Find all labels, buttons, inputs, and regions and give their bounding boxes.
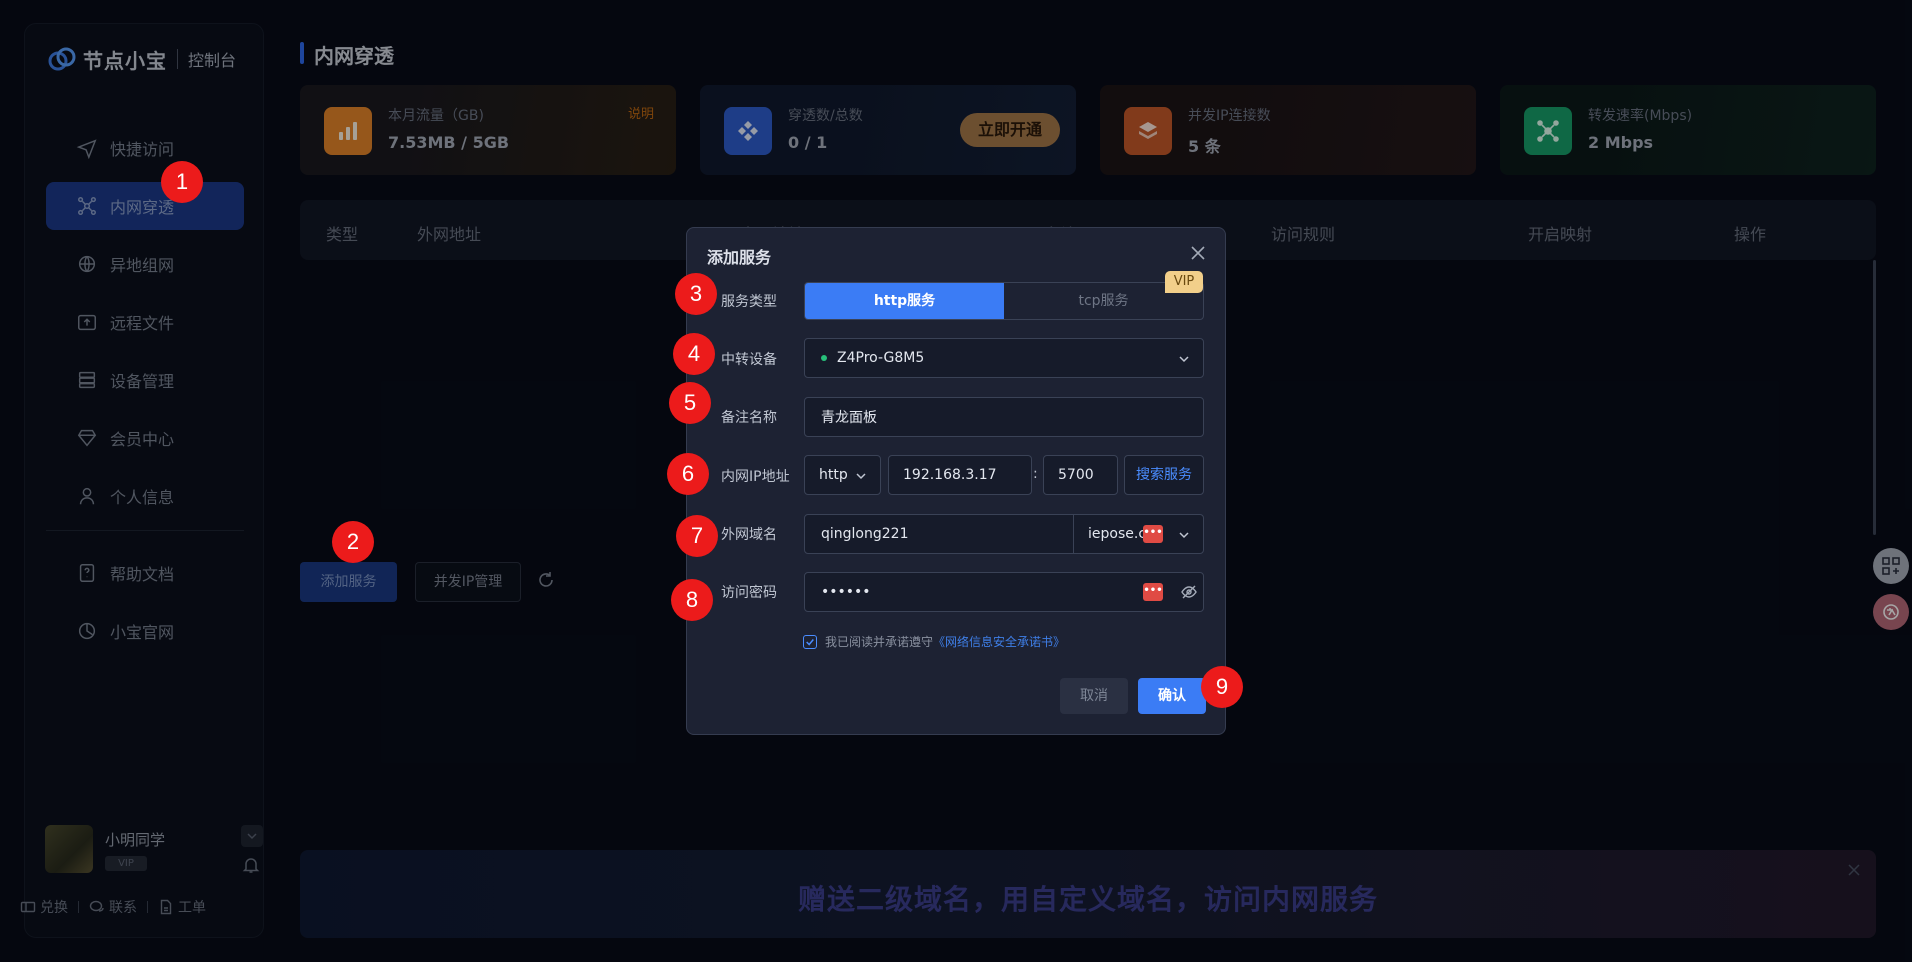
cancel-button[interactable]: 取消 xyxy=(1060,678,1128,714)
domain-prefix-input[interactable]: qinglong221 xyxy=(804,514,1074,554)
agreement-row: 我已阅读并承诺遵守 《网络信息安全承诺书》 xyxy=(803,633,1065,650)
password-manager-icon[interactable]: ••• xyxy=(1143,525,1163,543)
ip-address-input[interactable]: 192.168.3.17 xyxy=(888,455,1032,495)
protocol-select[interactable]: http xyxy=(804,455,881,495)
password-manager-icon[interactable]: ••• xyxy=(1143,583,1163,601)
domain-label: 外网域名 xyxy=(721,527,777,543)
step-marker: 3 xyxy=(675,273,717,315)
step-marker: 1 xyxy=(161,161,203,203)
domain-suffix-value: iepose.c xyxy=(1088,526,1147,542)
vip-tag: VIP xyxy=(1165,271,1203,293)
chevron-down-icon xyxy=(1179,356,1189,363)
service-type-toggle: http服务 tcp服务 xyxy=(804,282,1204,320)
relay-device-value: Z4Pro-G8M5 xyxy=(837,350,925,366)
protocol-value: http xyxy=(819,467,848,483)
service-type-label: 服务类型 xyxy=(721,294,777,310)
add-service-dialog: 添加服务 服务类型 http服务 tcp服务 VIP 中转设备 Z4Pro-G8… xyxy=(686,227,1226,735)
step-marker: 5 xyxy=(669,382,711,424)
step-marker: 2 xyxy=(332,521,374,563)
confirm-button[interactable]: 确认 xyxy=(1138,678,1206,714)
agreement-text: 我已阅读并承诺遵守 xyxy=(825,635,934,649)
agreement-checkbox[interactable] xyxy=(803,634,817,649)
relay-device-label: 中转设备 xyxy=(721,352,777,368)
password-label: 访问密码 xyxy=(721,585,777,601)
step-marker: 4 xyxy=(673,333,715,375)
eye-off-icon[interactable] xyxy=(1180,583,1198,601)
domain-prefix-value: qinglong221 xyxy=(821,526,909,542)
check-icon xyxy=(806,638,814,646)
remark-label: 备注名称 xyxy=(721,410,777,426)
port-input[interactable]: 5700 xyxy=(1043,455,1118,495)
remark-input[interactable]: 青龙面板 xyxy=(804,397,1204,437)
port-separator: : xyxy=(1033,466,1038,482)
step-marker: 9 xyxy=(1201,666,1243,708)
port-value: 5700 xyxy=(1058,467,1094,483)
domain-suffix-select[interactable]: iepose.c xyxy=(1073,514,1204,554)
remark-value: 青龙面板 xyxy=(821,410,877,426)
step-marker: 8 xyxy=(671,579,713,621)
chevron-down-icon xyxy=(856,473,866,480)
relay-device-select[interactable]: Z4Pro-G8M5 xyxy=(804,338,1204,378)
online-status-dot xyxy=(821,355,827,361)
step-marker: 7 xyxy=(676,515,718,557)
password-value: •••••• xyxy=(821,584,871,600)
close-icon[interactable] xyxy=(1189,244,1207,262)
http-service-option[interactable]: http服务 xyxy=(805,283,1004,319)
search-service-button[interactable]: 搜索服务 xyxy=(1124,455,1204,495)
dialog-title: 添加服务 xyxy=(707,248,772,267)
agreement-link[interactable]: 《网络信息安全承诺书》 xyxy=(933,633,1065,650)
step-marker: 6 xyxy=(667,453,709,495)
chevron-down-icon xyxy=(1179,532,1189,539)
lan-ip-label: 内网IP地址 xyxy=(721,469,790,485)
ip-address-value: 192.168.3.17 xyxy=(903,467,997,483)
